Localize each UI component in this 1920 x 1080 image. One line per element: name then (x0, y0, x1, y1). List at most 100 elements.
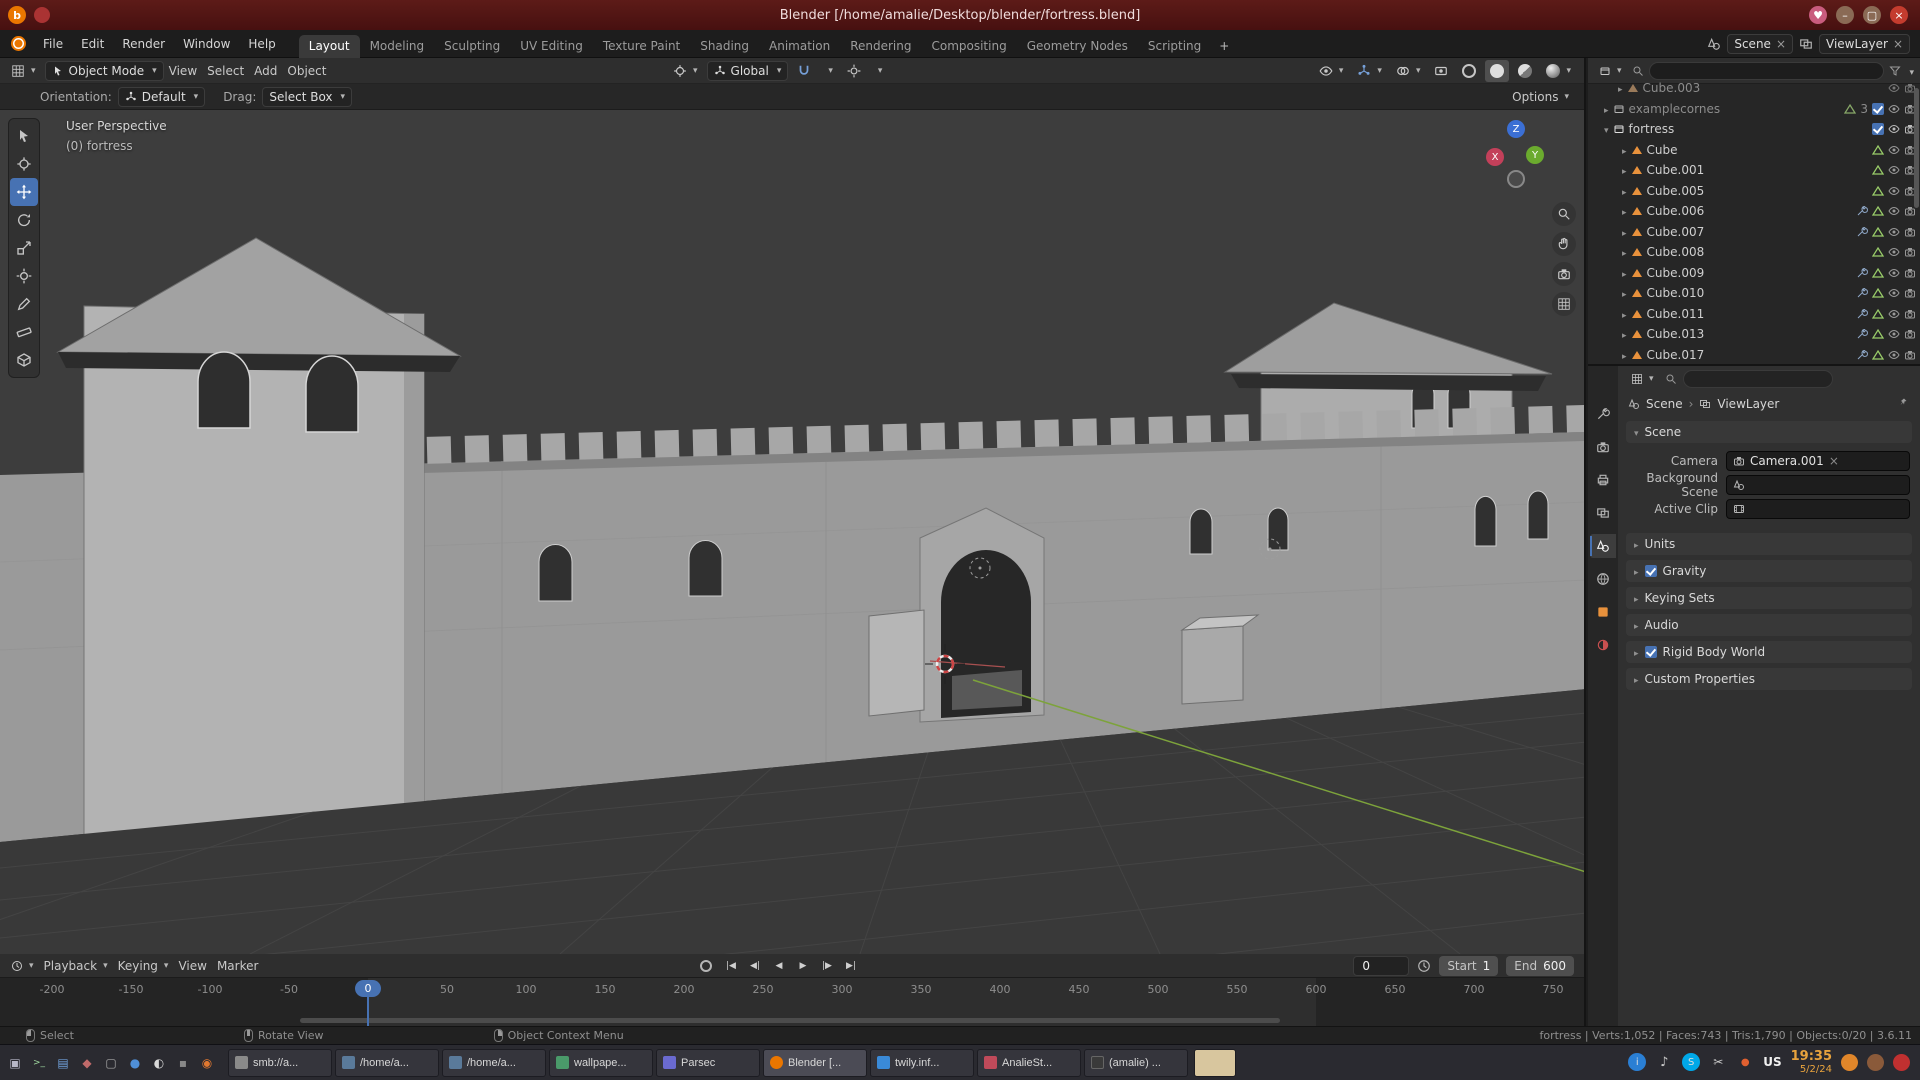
expand-icon[interactable] (1622, 266, 1627, 280)
eye-icon[interactable] (1888, 82, 1900, 94)
record-tray-icon[interactable]: ● (1736, 1053, 1754, 1071)
active-clip-field[interactable] (1726, 499, 1910, 519)
outliner-row-examplecornes[interactable]: examplecornes 3 (1588, 99, 1920, 120)
eye-icon[interactable] (1888, 103, 1900, 115)
taskbar-window-parsec[interactable]: Parsec (656, 1049, 760, 1077)
camera-icon[interactable] (1904, 226, 1916, 238)
add-workspace-button[interactable]: + (1211, 35, 1237, 58)
camera-icon[interactable] (1904, 349, 1916, 361)
info-tray-icon[interactable]: i (1628, 1053, 1646, 1071)
play-reverse-button[interactable]: ◀ (768, 956, 790, 976)
breadcrumb-viewlayer[interactable]: ViewLayer (1717, 397, 1779, 411)
tool-add-cube[interactable] (10, 346, 38, 374)
outliner-row-cube009[interactable]: Cube.009 (1588, 263, 1920, 284)
scene-browse-icon[interactable] (1707, 37, 1721, 51)
taskbar-window-colorpicker[interactable] (1194, 1049, 1236, 1077)
axis-y[interactable]: Y (1526, 146, 1544, 164)
app-menu-icon[interactable]: ▣ (4, 1050, 26, 1076)
keyboard-layout-indicator[interactable]: US (1763, 1055, 1781, 1069)
eye-icon[interactable] (1888, 287, 1900, 299)
snap-toggle[interactable] (792, 60, 816, 82)
tray-app-red-icon[interactable] (1893, 1054, 1910, 1071)
collection-checkbox[interactable] (1872, 123, 1884, 135)
outliner-row-cube017[interactable]: Cube.017 (1588, 345, 1920, 366)
outliner-row-cube[interactable]: Cube (1588, 140, 1920, 161)
tab-compositing[interactable]: Compositing (921, 35, 1016, 58)
tool-tweak-select[interactable] (10, 122, 38, 150)
tool-cursor[interactable] (10, 150, 38, 178)
frame-start-field[interactable]: Start 1 (1439, 956, 1498, 976)
tab-uv-editing[interactable]: UV Editing (510, 35, 593, 58)
jump-to-end-button[interactable]: ▶| (840, 956, 862, 976)
menu-edit[interactable]: Edit (72, 32, 113, 56)
tool-rotate[interactable] (10, 206, 38, 234)
browser-icon[interactable]: ● (124, 1050, 146, 1076)
pin-icon[interactable] (1898, 397, 1910, 409)
outliner-row-fortress[interactable]: fortress (1588, 119, 1920, 140)
outliner-row-cube011[interactable]: Cube.011 (1588, 304, 1920, 325)
menu-view[interactable]: View (173, 955, 211, 977)
panel-keying-sets[interactable]: Keying Sets (1626, 587, 1912, 609)
drag-dropdown[interactable]: Select Box (262, 87, 352, 107)
camera-icon[interactable] (1904, 287, 1916, 299)
tool-annotate[interactable] (10, 290, 38, 318)
ptab-view-layer[interactable] (1590, 501, 1616, 525)
close-button[interactable]: × (1890, 6, 1908, 24)
expand-icon[interactable] (1622, 307, 1627, 321)
panel-rigid-body-world[interactable]: Rigid Body World (1626, 641, 1912, 663)
tab-geometry-nodes[interactable]: Geometry Nodes (1017, 35, 1138, 58)
proportional-edit-toggle[interactable] (842, 60, 866, 82)
clock[interactable]: 19:35 5/2/24 (1791, 1050, 1832, 1075)
clear-camera-icon[interactable] (1829, 454, 1839, 468)
eye-icon[interactable] (1888, 349, 1900, 361)
tab-layout[interactable]: Layout (299, 35, 360, 58)
viewlayer-selector[interactable]: ViewLayer (1819, 34, 1910, 54)
ptab-world[interactable] (1590, 567, 1616, 591)
eye-icon[interactable] (1888, 226, 1900, 238)
media-player-icon[interactable]: ◐ (148, 1050, 170, 1076)
ptab-material[interactable] (1590, 633, 1616, 657)
tab-sculpting[interactable]: Sculpting (434, 35, 510, 58)
maximize-button[interactable]: ▢ (1863, 6, 1881, 24)
tab-shading[interactable]: Shading (690, 35, 759, 58)
ptab-tool[interactable] (1590, 402, 1616, 426)
viewlayer-remove-icon[interactable] (1893, 37, 1903, 51)
tab-scripting[interactable]: Scripting (1138, 35, 1211, 58)
tray-app-brown-icon[interactable] (1867, 1054, 1884, 1071)
viewport-canvas[interactable]: User Perspective (0) fortress Z Y X (0, 110, 1586, 954)
shading-material-button[interactable] (1513, 60, 1537, 82)
axis-x[interactable]: X (1486, 148, 1504, 166)
ptab-object[interactable] (1590, 600, 1616, 624)
orientation-setting-dropdown[interactable]: Default (118, 87, 205, 107)
eye-icon[interactable] (1888, 164, 1900, 176)
outliner-search-input[interactable] (1649, 62, 1885, 80)
taskbar-window-home2[interactable]: /home/a... (442, 1049, 546, 1077)
tab-texture-paint[interactable]: Texture Paint (593, 35, 690, 58)
outliner-row-cube005[interactable]: Cube.005 (1588, 181, 1920, 202)
ptab-render[interactable] (1590, 435, 1616, 459)
current-frame-field[interactable]: 0 (1353, 956, 1409, 976)
navigation-gizmo[interactable]: Z Y X (1480, 120, 1552, 192)
tool-measure[interactable] (10, 318, 38, 346)
blender-logo-icon[interactable] (8, 36, 28, 52)
tab-animation[interactable]: Animation (759, 35, 840, 58)
pan-view-button[interactable] (1552, 232, 1576, 256)
expand-icon[interactable] (1604, 122, 1609, 136)
eye-icon[interactable] (1888, 205, 1900, 217)
shading-rendered-button[interactable] (1541, 60, 1576, 82)
editor-type-button[interactable] (6, 60, 41, 82)
terminal-icon[interactable]: >_ (28, 1050, 50, 1076)
file-manager-icon[interactable]: ▤ (52, 1050, 74, 1076)
overlays-dropdown[interactable] (1391, 60, 1426, 82)
taskbar-window-blender[interactable]: Blender [... (763, 1049, 867, 1077)
menu-window[interactable]: Window (174, 32, 239, 56)
axis-minus-z[interactable] (1507, 170, 1525, 188)
camera-icon[interactable] (1904, 328, 1916, 340)
menu-render[interactable]: Render (113, 32, 174, 56)
properties-editor-type[interactable] (1626, 368, 1659, 390)
eye-icon[interactable] (1888, 267, 1900, 279)
panel-audio[interactable]: Audio (1626, 614, 1912, 636)
menu-keying[interactable]: Keying (113, 955, 174, 977)
breadcrumb-scene[interactable]: Scene (1646, 397, 1683, 411)
editor-icon[interactable]: ◆ (76, 1050, 98, 1076)
